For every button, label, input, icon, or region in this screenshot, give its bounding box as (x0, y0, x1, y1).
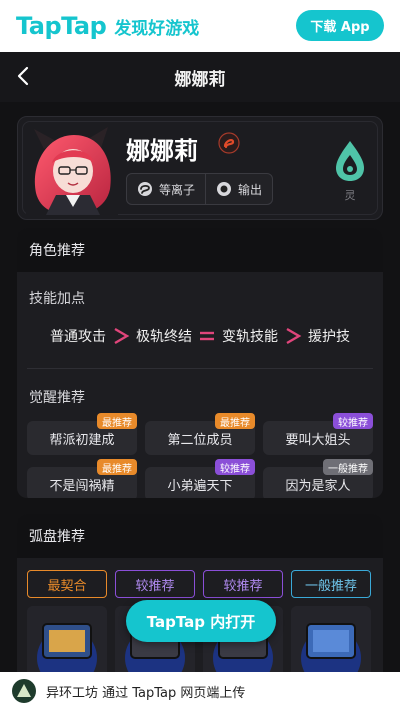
slogan: 发现好游戏 (114, 18, 200, 39)
section-title: 弧盘推荐 (17, 514, 383, 558)
recommend-badge: 较推荐 (333, 413, 373, 429)
section-title: 角色推荐 (17, 228, 383, 272)
element-indicator: 灵 (332, 139, 368, 203)
skill-priority-row: 普通攻击 极轨终结 变轨技能 援护技 (17, 318, 383, 354)
awaken-label: 帮派初建成 (49, 432, 115, 448)
top-app-bar: TapTap 发现好游戏 下载 App (0, 0, 400, 52)
character-portrait (26, 123, 118, 215)
footer-upload-text: 异环工坊 通过 TapTap 网页端上传 (46, 685, 246, 701)
page-content: 娜娜莉 等离子 输出 灵 角色推荐 技能加点 普通攻击 极轨终结 变轨技能 援护… (0, 102, 400, 672)
arc-disc-image[interactable] (27, 606, 107, 672)
greater-than-icon (114, 327, 130, 345)
uploader-avatar-icon (12, 679, 36, 703)
awaken-title: 觉醒推荐 (29, 390, 85, 406)
spirit-element-icon (336, 141, 364, 181)
recommend-badge: 最推荐 (97, 459, 137, 475)
recommend-badge: 最推荐 (215, 413, 255, 429)
tag-label: 等离子 (159, 182, 196, 197)
recommend-badge: 一般推荐 (323, 459, 373, 475)
chevron-left-icon (17, 66, 29, 86)
arc-filter-recommended[interactable]: 较推荐 (115, 570, 195, 598)
nav-bar: 娜娜莉 (0, 52, 400, 102)
arc-filter-recommended[interactable]: 较推荐 (203, 570, 283, 598)
recommend-badge: 最推荐 (97, 413, 137, 429)
page-title: 娜娜莉 (174, 69, 226, 90)
arc-disc-recommendation-card: 弧盘推荐 最契合 较推荐 较推荐 一般推荐 (17, 514, 383, 672)
tag-plasma: 等离子 (127, 174, 205, 204)
skill-normal-attack: 普通攻击 (50, 329, 106, 345)
arc-disc-image[interactable] (291, 606, 371, 672)
taptap-logo[interactable]: TapTap (16, 12, 107, 40)
tag-label: 输出 (238, 182, 263, 197)
awaken-item[interactable]: 帮派初建成 最推荐 (27, 413, 137, 455)
awaken-grid: 帮派初建成 最推荐 第二位成员 最推荐 要叫大姐头 较推荐 不是闯祸精 最推荐 … (17, 413, 383, 498)
uploader-logo-icon (17, 684, 31, 697)
awaken-label: 不是闯祸精 (49, 478, 115, 494)
footer-bar: 异环工坊 通过 TapTap 网页端上传 (0, 672, 400, 710)
arc-filter-row: 最契合 较推荐 较推荐 一般推荐 (17, 558, 383, 598)
greater-than-icon (286, 327, 302, 345)
awaken-label: 因为是家人 (285, 478, 351, 494)
arc-filter-best-fit[interactable]: 最契合 (27, 570, 107, 598)
dps-icon (217, 182, 232, 196)
role-recommendation-card: 角色推荐 技能加点 普通攻击 极轨终结 变轨技能 援护技 觉醒推荐 帮派初建成 … (17, 228, 383, 498)
equals-icon (200, 331, 214, 341)
awaken-item[interactable]: 第二位成员 最推荐 (145, 413, 255, 455)
download-app-button[interactable]: 下载 App (296, 10, 384, 41)
character-card: 娜娜莉 等离子 输出 灵 (17, 116, 383, 220)
back-button[interactable] (12, 64, 34, 88)
skill-support: 援护技 (308, 329, 350, 345)
open-in-taptap-button[interactable]: TapTap 内打开 (126, 600, 276, 642)
tag-dps: 输出 (205, 174, 272, 204)
awaken-item[interactable]: 因为是家人 一般推荐 (263, 459, 373, 498)
character-tags: 等离子 输出 (126, 173, 274, 205)
awaken-label: 小弟遍天下 (167, 478, 233, 494)
awaken-label: 要叫大姐头 (285, 432, 351, 448)
awaken-item[interactable]: 要叫大姐头 较推荐 (263, 413, 373, 455)
plasma-icon (138, 182, 152, 196)
awaken-item[interactable]: 不是闯祸精 最推荐 (27, 459, 137, 498)
awaken-item[interactable]: 小弟遍天下 较推荐 (145, 459, 255, 498)
recommend-badge: 较推荐 (215, 459, 255, 475)
skills-title: 技能加点 (29, 291, 85, 307)
divider (27, 368, 373, 369)
skill-shift: 变轨技能 (222, 329, 278, 345)
awaken-label: 第二位成员 (167, 432, 233, 448)
element-label: 灵 (344, 189, 356, 202)
skill-ultimate: 极轨终结 (136, 329, 192, 345)
character-name: 娜娜莉 (126, 137, 198, 165)
arc-filter-general[interactable]: 一般推荐 (291, 570, 371, 598)
faction-emblem-icon (218, 132, 240, 154)
